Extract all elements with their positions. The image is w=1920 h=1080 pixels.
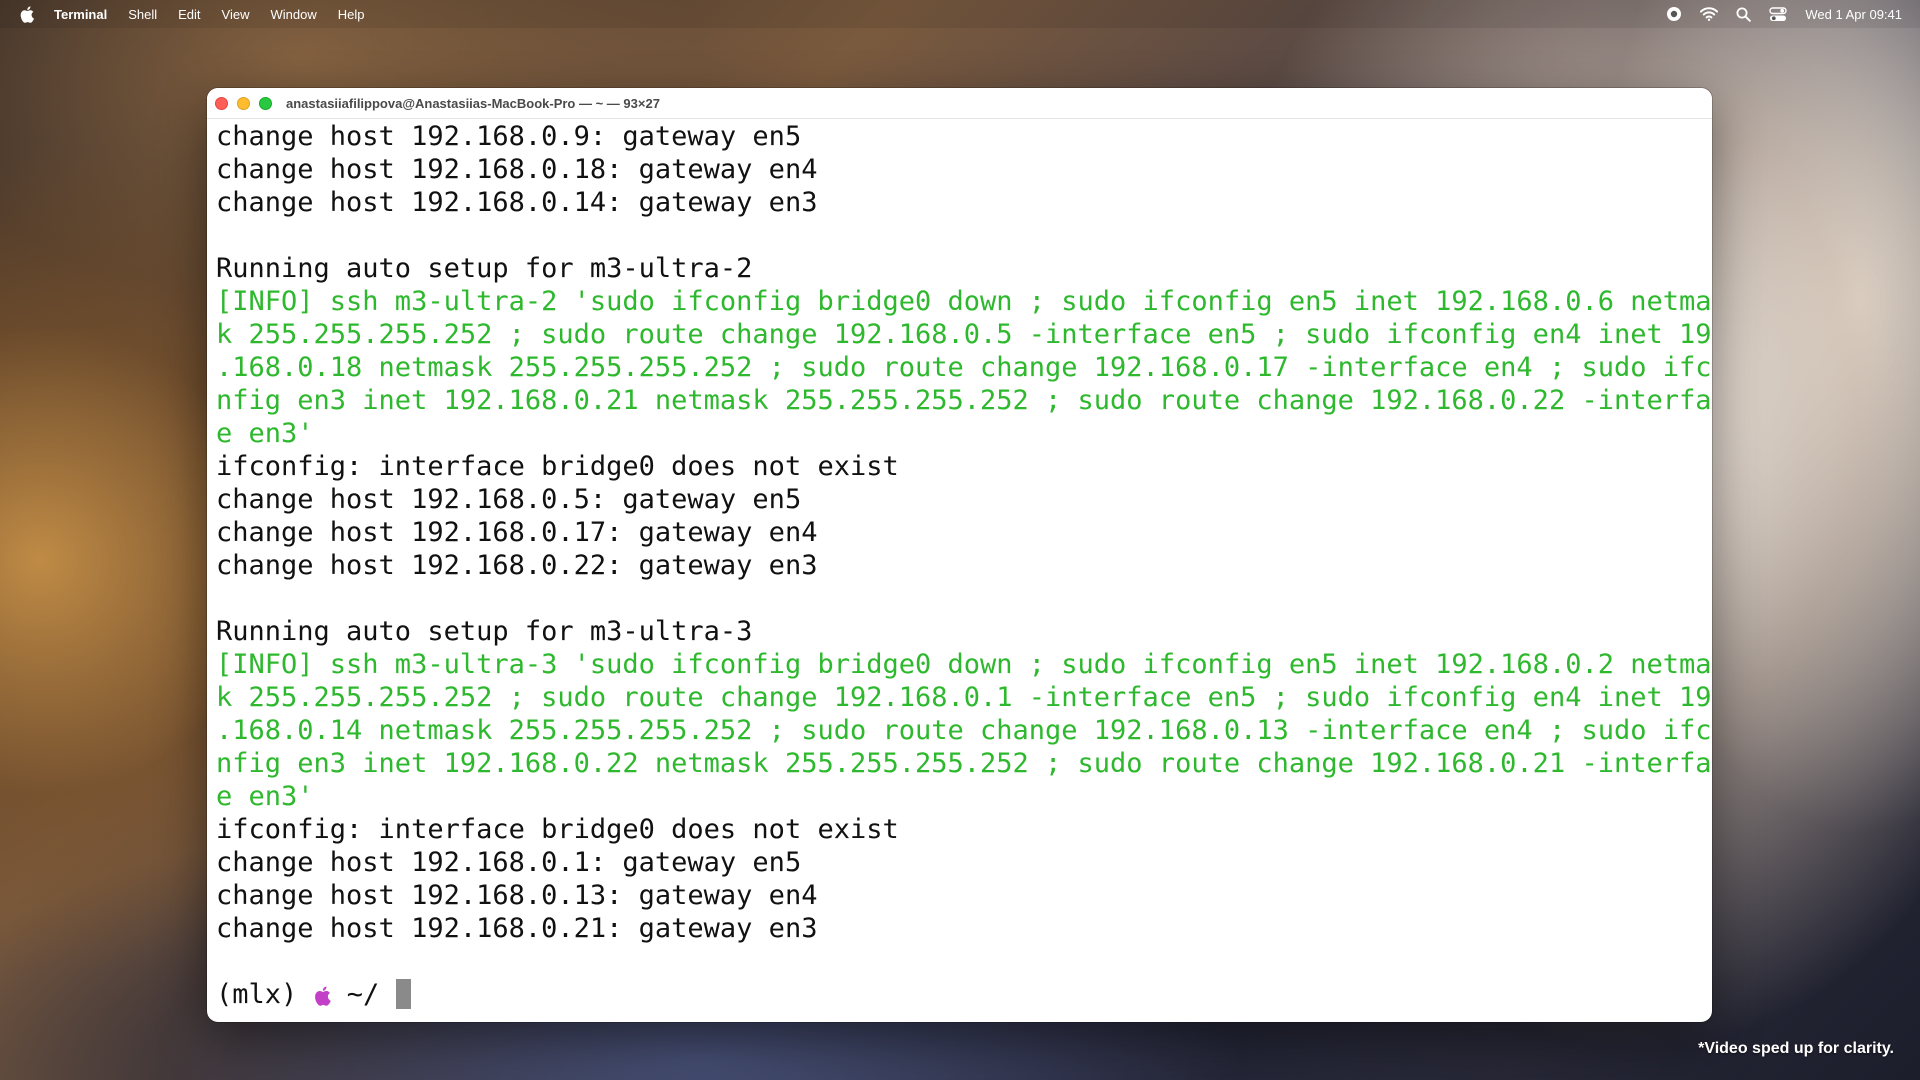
menu-shell[interactable]: Shell [128, 7, 157, 22]
terminal-output-line: change host 192.168.0.21: gateway en3 [216, 913, 818, 944]
terminal-output[interactable]: change host 192.168.0.9: gateway en5 chan… [216, 120, 1712, 1011]
minimize-window-button[interactable] [237, 96, 250, 110]
terminal-output-line: ifconfig: interface bridge0 does not exi… [216, 451, 899, 482]
prompt-env: (mlx) [216, 979, 314, 1010]
terminal-info-line: nfig en3 inet 192.168.0.22 netmask 255.2… [216, 748, 1712, 779]
terminal-info-line: e en3' [216, 781, 314, 812]
window-titlebar[interactable]: anastasiiafilippova@Anastasiias-MacBook-… [207, 88, 1712, 119]
terminal-output-line: change host 192.168.0.9: gateway en5 [216, 121, 802, 152]
terminal-cursor [395, 979, 411, 1009]
terminal-info-line: k 255.255.255.252 ; sudo route change 19… [216, 682, 1712, 713]
terminal-info-line: [INFO] ssh m3-ultra-2 'sudo ifconfig bri… [216, 286, 1712, 317]
terminal-output-line: Running auto setup for m3-ultra-3 [216, 616, 753, 647]
terminal-output-line: ifconfig: interface bridge0 does not exi… [216, 814, 899, 845]
screen-record-icon[interactable] [1666, 6, 1682, 22]
zoom-window-button[interactable] [259, 96, 272, 110]
terminal-output-line: change host 192.168.0.17: gateway en4 [216, 517, 818, 548]
terminal-output-line: change host 192.168.0.14: gateway en3 [216, 187, 818, 218]
terminal-window: anastasiiafilippova@Anastasiias-MacBook-… [207, 88, 1712, 1022]
menu-edit[interactable]: Edit [178, 7, 200, 22]
close-window-button[interactable] [215, 96, 228, 110]
apple-menu-icon[interactable] [20, 5, 34, 23]
menu-app-name[interactable]: Terminal [54, 7, 107, 22]
menu-bar: Terminal Shell Edit View Window Help Wed… [0, 0, 1920, 28]
control-center-icon[interactable] [1769, 6, 1788, 22]
terminal-info-line: .168.0.14 netmask 255.255.255.252 ; sudo… [216, 715, 1712, 746]
terminal-info-line: k 255.255.255.252 ; sudo route change 19… [216, 319, 1712, 350]
terminal-prompt-line[interactable]: (mlx) ~/ [216, 978, 1706, 1011]
terminal-output-line: change host 192.168.0.18: gateway en4 [216, 154, 818, 185]
terminal-info-line: .168.0.18 netmask 255.255.255.252 ; sudo… [216, 352, 1712, 383]
terminal-info-line: [INFO] ssh m3-ultra-3 'sudo ifconfig bri… [216, 649, 1712, 680]
menu-help[interactable]: Help [338, 7, 365, 22]
terminal-output-line: change host 192.168.0.5: gateway en5 [216, 484, 802, 515]
prompt-apple-icon [314, 979, 331, 1010]
prompt-path: ~/ [330, 979, 396, 1010]
window-title: anastasiiafilippova@Anastasiias-MacBook-… [286, 95, 660, 111]
terminal-output-line: change host 192.168.0.1: gateway en5 [216, 847, 802, 878]
terminal-info-line: e en3' [216, 418, 314, 449]
menu-window[interactable]: Window [271, 7, 317, 22]
terminal-output-line: change host 192.168.0.13: gateway en4 [216, 880, 818, 911]
video-footnote: *Video sped up for clarity. [1698, 1040, 1894, 1057]
terminal-output-line: Running auto setup for m3-ultra-2 [216, 253, 753, 284]
spotlight-search-icon[interactable] [1736, 7, 1752, 22]
menu-view[interactable]: View [222, 7, 250, 22]
terminal-info-line: nfig en3 inet 192.168.0.21 netmask 255.2… [216, 385, 1712, 416]
menubar-clock[interactable]: Wed 1 Apr 09:41 [1805, 7, 1902, 22]
terminal-output-line: change host 192.168.0.22: gateway en3 [216, 550, 818, 581]
wifi-icon[interactable] [1700, 7, 1719, 21]
